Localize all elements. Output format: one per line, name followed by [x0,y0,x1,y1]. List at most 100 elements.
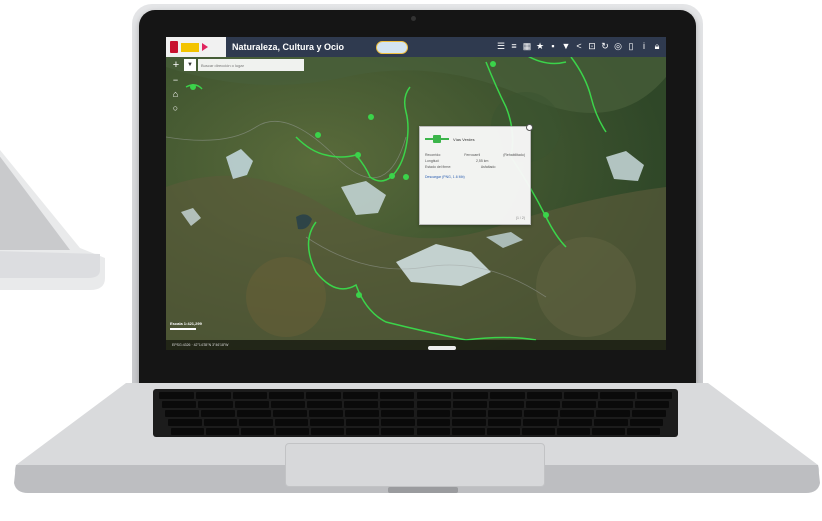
keyboard-key [307,401,342,408]
keyboard-key [561,401,597,408]
keyboard-key [526,392,562,399]
coat-of-arms-icon [170,41,178,53]
mobile-icon[interactable]: ▯ [626,40,636,53]
keyboard-key [416,419,450,426]
keyboard-key [159,392,194,399]
keyboard-key [381,419,415,426]
screen: Naturaleza, Cultura y Ocio ☰ ≡ ▦ ★ ▪ ▼ <… [166,37,666,350]
keyboard-key [558,419,592,426]
keyboard-key [598,401,633,408]
close-icon[interactable] [526,124,533,131]
keyboard-key [239,419,273,426]
toolbar: ☰ ≡ ▦ ★ ▪ ▼ < ⊡ ↻ ◎ ▯ i 🔒︎ [496,40,662,53]
keyboard-key [342,392,378,399]
government-logo [166,37,226,57]
keyboard-key [523,419,557,426]
keyboard-key [626,428,660,435]
keyboard-key [591,428,625,435]
star-icon[interactable]: ★ [535,40,545,53]
satellite-map[interactable] [166,37,666,350]
keyboard-key [594,419,628,426]
ministry-band [181,42,199,52]
keyboard-key [453,392,489,399]
keyboard-key [171,428,205,435]
keyboard-key [487,419,521,426]
keyboard-key [236,410,271,417]
popup-row-value: Asfaltado [480,165,496,169]
keyboard-key [274,419,308,426]
keyboard-key [452,401,488,408]
print-icon[interactable]: ▪ [548,40,558,53]
keyboard-key [560,410,595,417]
keyboard-key [203,419,237,426]
trackpad[interactable] [285,443,545,487]
keyboard-key [524,410,559,417]
download-link[interactable]: Descargar (PNG, 1.6 Mb) [425,175,465,179]
feature-popup: Vías Verdes Recorrido: Ferrocarril (Reha… [419,124,533,225]
device-mockup: Naturaleza, Cultura y Ocio ☰ ≡ ▦ ★ ▪ ▼ <… [0,0,822,521]
popup-row: Estado del firme: Asfaltado [425,164,525,170]
keyboard-key [232,392,268,399]
keyboard-key [241,428,275,435]
keyboard-key [195,392,231,399]
keyboard-key [600,392,636,399]
keyboard-key [452,419,486,426]
keyboard-key [311,428,345,435]
keyboard-key [488,410,523,417]
measure-icon[interactable]: ⊡ [587,40,597,53]
layers-icon[interactable]: ☰ [496,40,506,53]
keyboard-key [306,392,341,399]
keyboard-key [162,401,197,408]
keyboard-key [637,392,672,399]
keyboard-key [168,419,202,426]
refresh-icon[interactable]: ↻ [600,40,610,53]
location-icon[interactable]: ○ [170,103,181,114]
keyboard-key [381,428,415,435]
keyboard-key [634,401,669,408]
keyboard-key [416,392,452,399]
popup-pagination: (1 / 2) [515,216,525,220]
keyboard-key [200,410,235,417]
search-input[interactable] [198,59,304,71]
keyboard-key [632,410,666,417]
info-icon[interactable]: i [639,40,649,53]
chevron-down-icon[interactable]: ▼ [184,59,196,71]
keyboard-key [345,419,379,426]
home-icon[interactable]: ⌂ [170,89,181,100]
app-badge-logo [376,40,409,54]
keyboard-key [416,410,451,417]
download-icon[interactable]: ▼ [561,40,571,53]
keyboard-key [629,419,663,426]
popup-title: Vías Verdes [453,136,475,142]
keyboard-key [489,401,524,408]
route-legend-icon [425,135,449,143]
keyboard-key [198,401,233,408]
keyboard-key [451,428,485,435]
keyboard-key [310,419,344,426]
scale-bar [170,328,196,330]
keyboard-key [165,410,199,417]
coordinates-bar: EPSG:4326 · 42°14'35"N 3°46'18"W [166,340,666,350]
keyboard-key [556,428,590,435]
lock-icon[interactable]: 🔒︎ [652,40,662,53]
keyboard-key [521,428,555,435]
play-icon [202,43,208,51]
keyboard-key [486,428,520,435]
grid-icon[interactable]: ▦ [522,40,532,53]
keyboard-key [234,401,270,408]
location-icon[interactable]: ◎ [613,40,623,53]
list-icon[interactable]: ≡ [509,40,519,53]
app-title: Naturaleza, Cultura y Ocio [232,42,345,52]
scale-label: Escala 1:421,299 [170,321,202,326]
zoom-in-button[interactable]: + [170,59,182,71]
share-icon[interactable]: < [574,40,584,53]
keyboard-key [452,410,487,417]
keyboard-key [380,410,415,417]
keyboard-key [269,392,305,399]
basemap-toggle[interactable] [428,346,456,350]
popup-link-row: Descargar (PNG, 1.6 Mb) [425,174,525,180]
zoom-out-button[interactable]: − [170,75,181,86]
keyboard-key [308,410,343,417]
keyboard [153,389,678,437]
keyboard-key [563,392,599,399]
